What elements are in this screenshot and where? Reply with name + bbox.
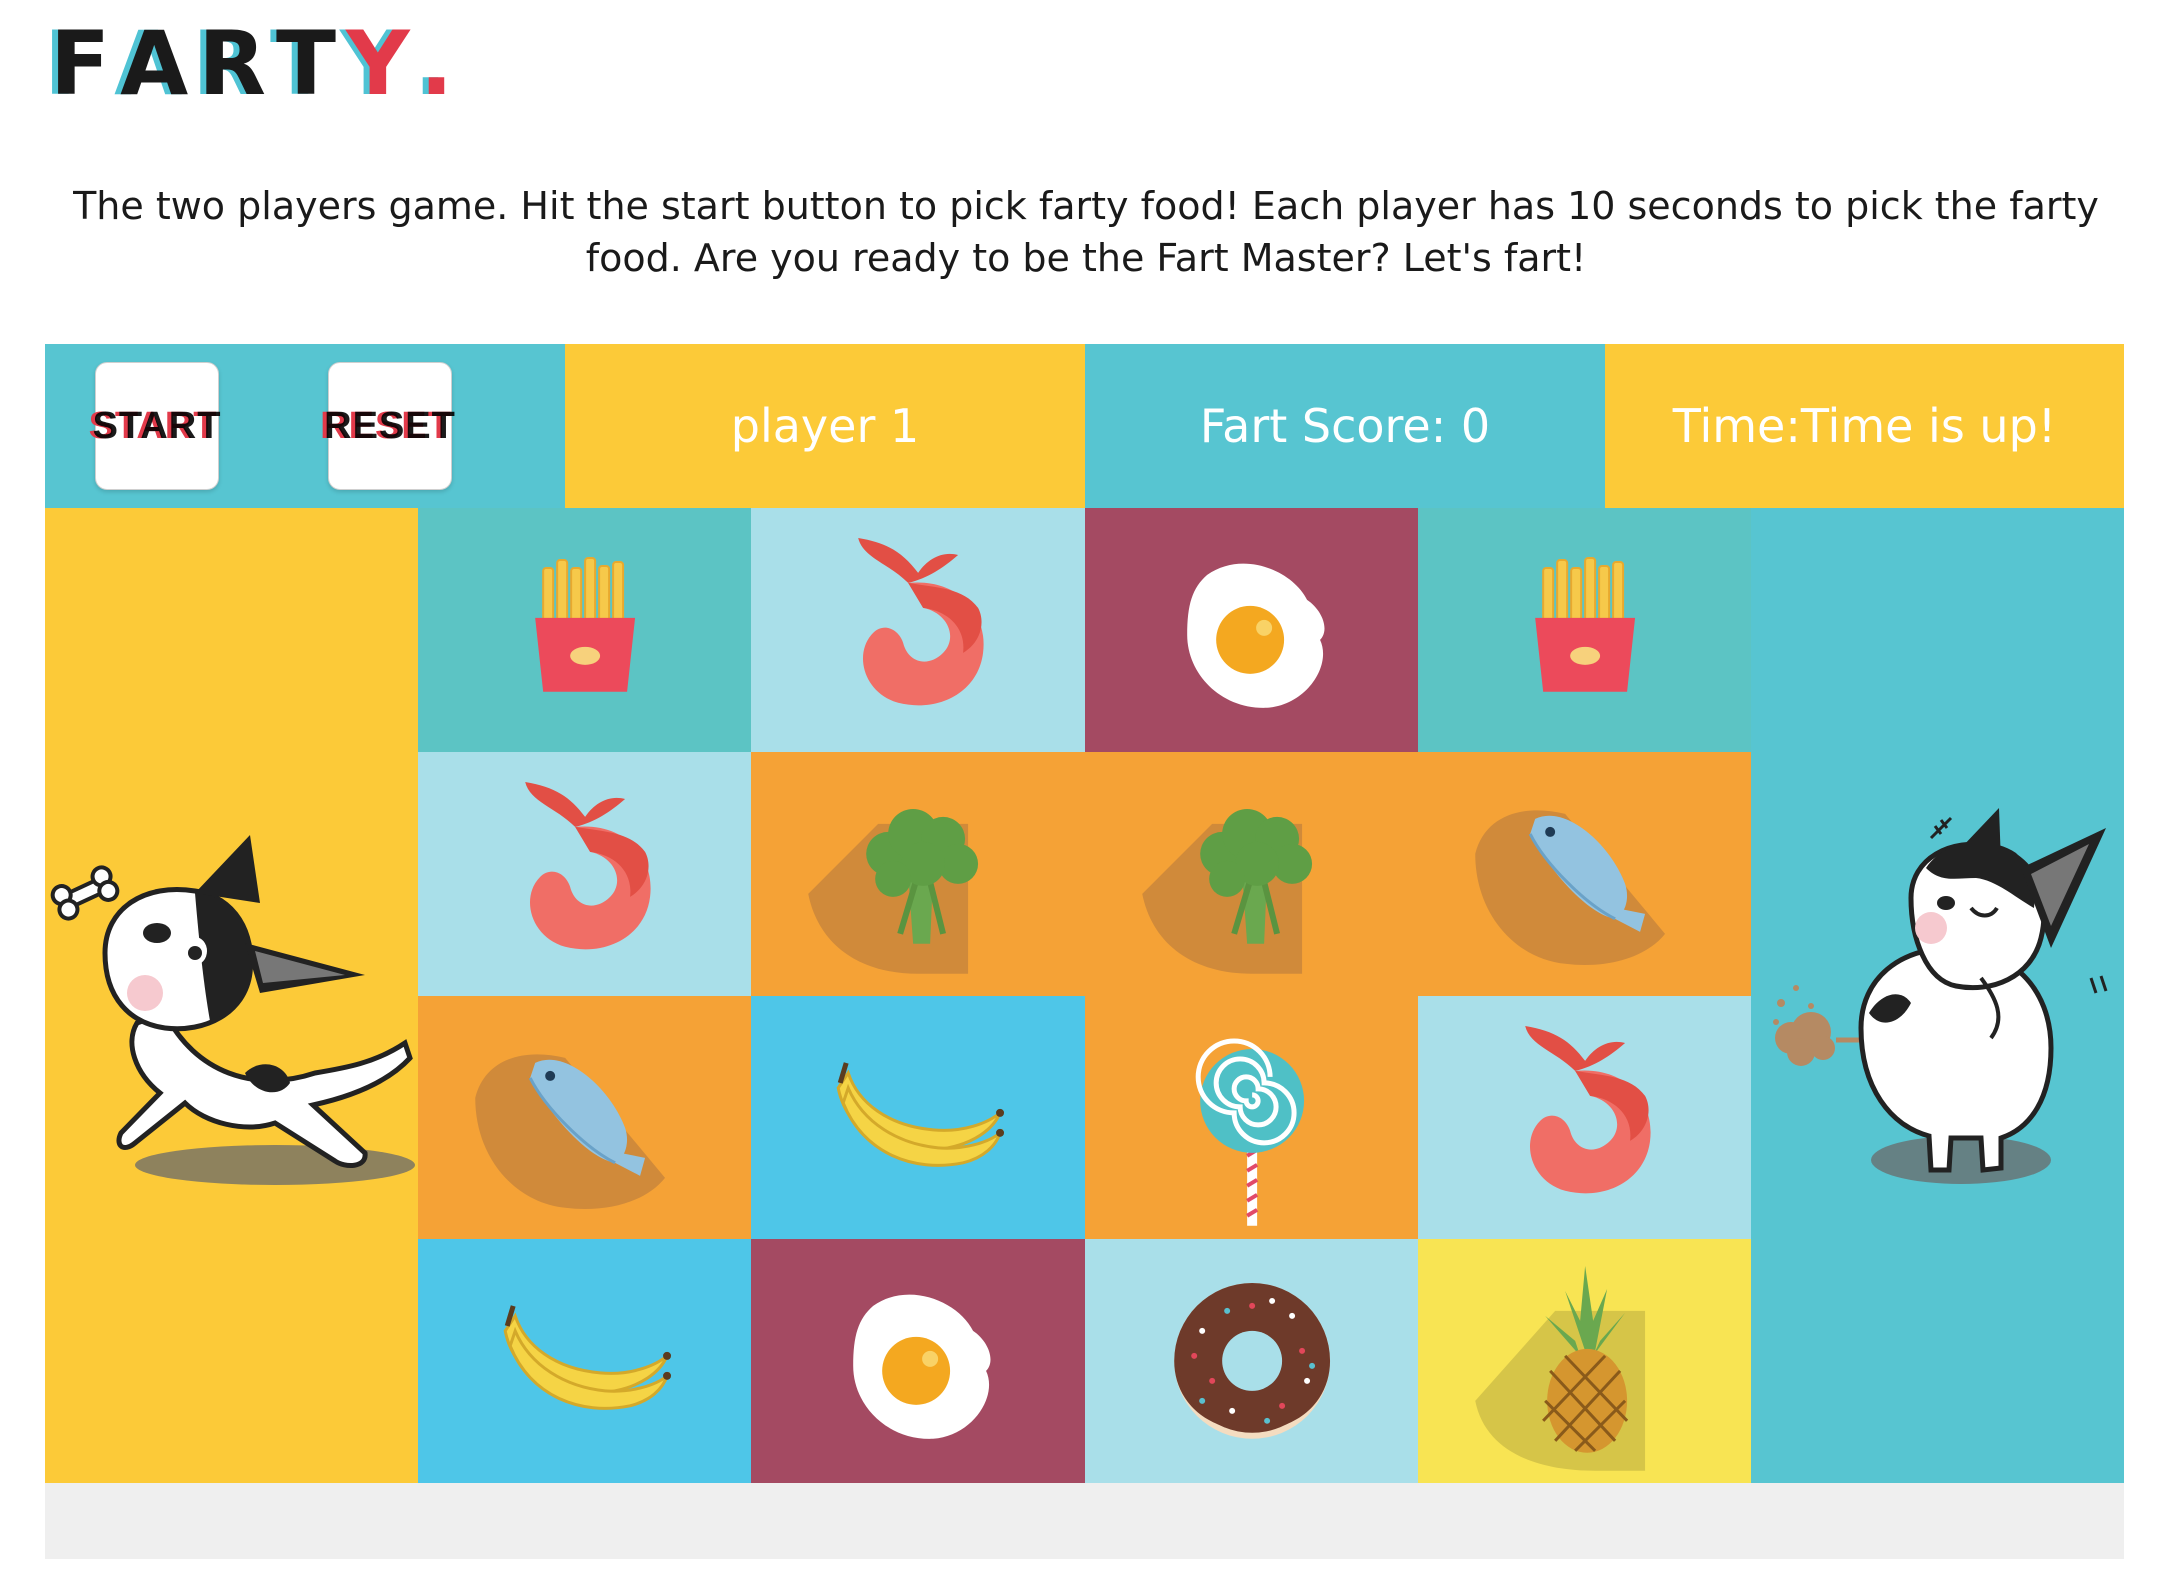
broccoli-icon <box>1141 808 1312 974</box>
instructions-line-2: food. Are you ready to be the Fart Maste… <box>585 236 1587 280</box>
reset-label: RESET <box>324 404 456 447</box>
start-label: START <box>92 404 222 447</box>
dog-bone-icon <box>50 835 415 1185</box>
donut-icon <box>1173 1283 1330 1440</box>
fish-icon <box>475 1053 666 1209</box>
shrimp-icon <box>1524 1025 1651 1193</box>
logo-letter: TT <box>270 12 347 115</box>
reset-button[interactable]: RESET RESET <box>320 362 455 490</box>
food-tile-fish[interactable] <box>1417 751 1751 996</box>
farty-logo: FFAARRTTYY.. <box>44 12 464 115</box>
fries-icon <box>1534 556 1635 692</box>
food-tile-broccoli[interactable] <box>1084 751 1418 996</box>
food-tile-fries[interactable] <box>1417 508 1751 752</box>
logo-letter: FF <box>44 12 121 115</box>
broccoli-icon <box>808 808 979 974</box>
dog-fart-icon <box>1773 808 2108 1184</box>
game-instructions: The two players game. Hit the start butt… <box>60 180 2112 284</box>
food-tile-shrimp[interactable] <box>418 751 752 996</box>
fish-icon <box>1474 810 1665 965</box>
food-tile-banana[interactable] <box>418 1239 752 1483</box>
food-tile-fries[interactable] <box>418 508 752 752</box>
logo-letter: .. <box>413 12 464 115</box>
timer: Time:Time is up! <box>1605 344 2124 508</box>
food-tile-pineapple[interactable] <box>1417 1239 1751 1483</box>
player-2-panel <box>1751 508 2124 1483</box>
logo-letter: RR <box>192 12 276 115</box>
food-tile-egg[interactable] <box>1084 508 1418 752</box>
start-button[interactable]: START START <box>89 362 222 490</box>
game-toolbar: START START RESET RESET player 1 Fart Sc… <box>45 344 2124 508</box>
food-tile-donut[interactable] <box>1084 1239 1418 1483</box>
food-tile-lollipop[interactable] <box>1084 995 1418 1240</box>
egg-icon <box>853 1294 991 1440</box>
food-board <box>418 508 1751 1483</box>
food-tile-fish[interactable] <box>418 995 752 1240</box>
banana-icon <box>836 1061 1005 1167</box>
game-panel: START START RESET RESET player 1 Fart Sc… <box>45 344 2124 1559</box>
food-tile-banana[interactable] <box>751 995 1085 1240</box>
player-1-panel <box>45 508 418 1483</box>
food-tile-shrimp[interactable] <box>1417 995 1751 1240</box>
egg-icon <box>1186 563 1324 708</box>
controls-area: START START RESET RESET <box>45 344 565 508</box>
shrimp-icon <box>858 537 984 706</box>
lollipop-icon <box>1195 1037 1304 1226</box>
logo-letter: AA <box>114 12 199 115</box>
food-tile-broccoli[interactable] <box>751 751 1085 996</box>
fries-icon <box>535 556 636 692</box>
food-tile-shrimp[interactable] <box>751 508 1085 752</box>
food-tile-egg[interactable] <box>751 1239 1085 1483</box>
logo-letter: YY <box>340 12 420 115</box>
footer-bar <box>45 1483 2124 1559</box>
instructions-line-1: The two players game. Hit the start butt… <box>73 184 2099 228</box>
shrimp-icon <box>525 781 651 950</box>
pineapple-icon <box>1474 1266 1645 1472</box>
fart-score: Fart Score: 0 <box>1085 344 1605 508</box>
banana-icon <box>503 1305 672 1411</box>
current-player: player 1 <box>565 344 1085 508</box>
